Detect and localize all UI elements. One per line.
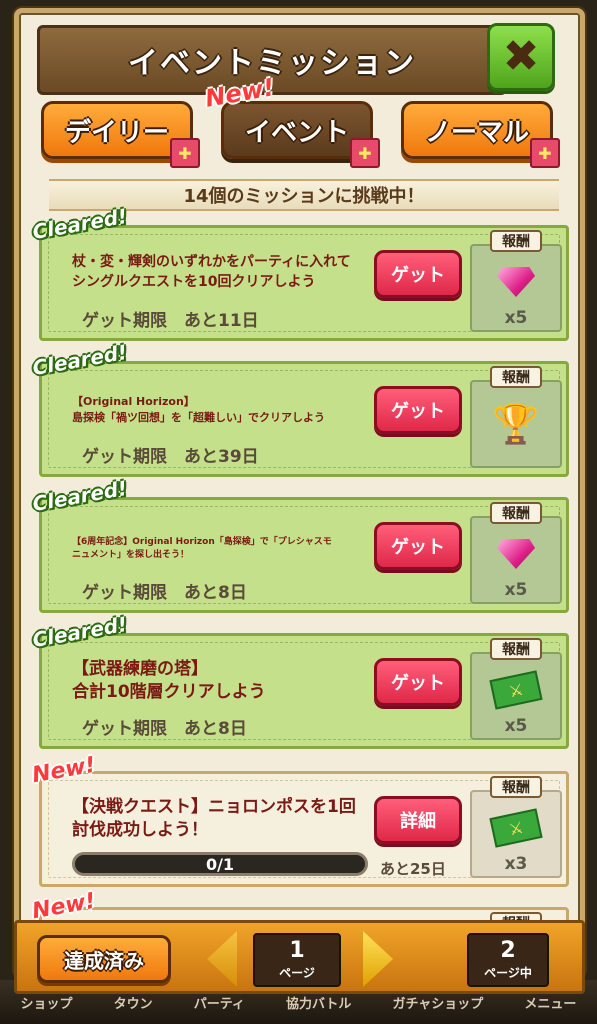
mission-deadline: あと25日	[380, 860, 446, 878]
tab-label: ノーマル	[424, 117, 529, 148]
pagination-bar: 達成済み 1 ページ 2 ページ中	[14, 920, 585, 994]
completed-button[interactable]: 達成済み	[37, 935, 171, 983]
total-pages-label: ページ中	[484, 965, 532, 980]
mission-card: Cleared! 杖・変・輝剣のいずれかをパーティに入れてシングルクエストを10…	[31, 204, 569, 341]
reward-label: 報酬	[490, 366, 542, 388]
mission-panel: イベントミッション ✖ デイリー ✚ イベント ✚ New! ノーマル ✚ 14…	[14, 8, 585, 978]
gift-icon: ✚	[350, 138, 380, 168]
mission-deadline: ゲット期限 あと8日	[82, 583, 247, 603]
reward-quantity: x5	[504, 716, 528, 736]
menu-item-gacha[interactable]: ガチャショップ	[392, 993, 483, 1012]
tab-event[interactable]: イベント ✚	[221, 101, 380, 168]
reward-label: 報酬	[490, 502, 542, 524]
tab-normal[interactable]: ノーマル ✚	[401, 101, 560, 168]
menu-item-menu[interactable]: メニュー	[524, 993, 576, 1012]
menu-item-coop[interactable]: 協力バトル	[286, 993, 351, 1012]
reward-label: 報酬	[490, 776, 542, 798]
total-pages-indicator: 2 ページ中	[467, 933, 549, 987]
progress-text: 0/1	[205, 854, 235, 874]
menu-item-town[interactable]: タウン	[114, 993, 153, 1012]
mission-description: 【6周年記念】Original Horizon「島探検」で「プレシャスモニュメン…	[72, 537, 332, 561]
mission-deadline: ゲット期限 あと11日	[82, 311, 259, 331]
trophy-icon: 🏆	[492, 402, 540, 446]
details-button[interactable]: 詳細	[374, 796, 462, 844]
mission-deadline: ゲット期限 あと8日	[82, 719, 247, 739]
get-reward-button[interactable]: ゲット	[374, 250, 462, 298]
reward-quantity: x5	[504, 580, 528, 600]
new-badge: New!	[30, 888, 98, 925]
prev-page-arrow-icon[interactable]	[207, 931, 237, 987]
close-button[interactable]: ✖	[487, 23, 555, 91]
tab-daily[interactable]: デイリー ✚	[41, 101, 200, 168]
menu-item-party[interactable]: パーティ	[194, 993, 245, 1012]
mission-progress-bar: 0/1	[72, 852, 368, 876]
mission-description: 杖・変・輝剣のいずれかをパーティに入れてシングルクエストを10回クリアしよう	[72, 254, 351, 291]
ticket-icon: ⚔	[489, 668, 543, 712]
menu-item-shop[interactable]: ショップ	[21, 993, 73, 1012]
mission-card: New! 【決戦クエスト】ニョロンポスを1回討伐成功しよう！ 0/1 詳細 あと…	[30, 753, 569, 887]
gift-icon: ✚	[170, 138, 200, 168]
mission-card: Cleared! 【Original Horizon】 島探検「禍ツ回想」を「超…	[31, 340, 569, 477]
get-reward-button[interactable]: ゲット	[374, 658, 462, 706]
close-x-icon: ✖	[502, 31, 540, 82]
reward-quantity: x3	[504, 854, 528, 874]
next-page-arrow-icon[interactable]	[363, 931, 393, 987]
reward-label: 報酬	[490, 230, 542, 252]
ticket-icon: ⚔	[489, 806, 543, 850]
tab-label: デイリー	[64, 117, 169, 148]
get-reward-button[interactable]: ゲット	[374, 522, 462, 570]
total-pages-number: 2	[500, 938, 516, 964]
reward-label: 報酬	[490, 638, 542, 660]
current-page-number: 1	[289, 938, 305, 964]
gift-icon: ✚	[530, 138, 560, 168]
mission-description: 【武器練磨の塔】 合計10階層クリアしよう	[72, 659, 266, 702]
mission-count-ribbon: 14個のミッションに挑戦中！	[49, 179, 559, 211]
current-page-indicator: 1 ページ	[253, 933, 341, 987]
gem-icon	[490, 532, 542, 576]
mission-description: 【決戦クエスト】ニョロンポスを1回討伐成功しよう！	[72, 797, 356, 840]
get-reward-button[interactable]: ゲット	[374, 386, 462, 434]
tab-label: イベント	[244, 117, 349, 148]
gem-icon	[490, 260, 542, 304]
mission-card: Cleared! 【武器練磨の塔】 合計10階層クリアしよう ゲット期限 あと8…	[31, 612, 569, 749]
mission-deadline: ゲット期限 あと39日	[82, 447, 259, 467]
reward-quantity: x5	[504, 308, 528, 328]
current-page-label: ページ	[279, 965, 315, 980]
mission-card: Cleared! 【6周年記念】Original Horizon「島探検」で「プ…	[31, 476, 569, 613]
mission-count-text: 14個のミッションに挑戦中！	[183, 186, 425, 207]
mission-description: 【Original Horizon】 島探検「禍ツ回想」を「超難しい」でクリアし…	[72, 395, 325, 424]
